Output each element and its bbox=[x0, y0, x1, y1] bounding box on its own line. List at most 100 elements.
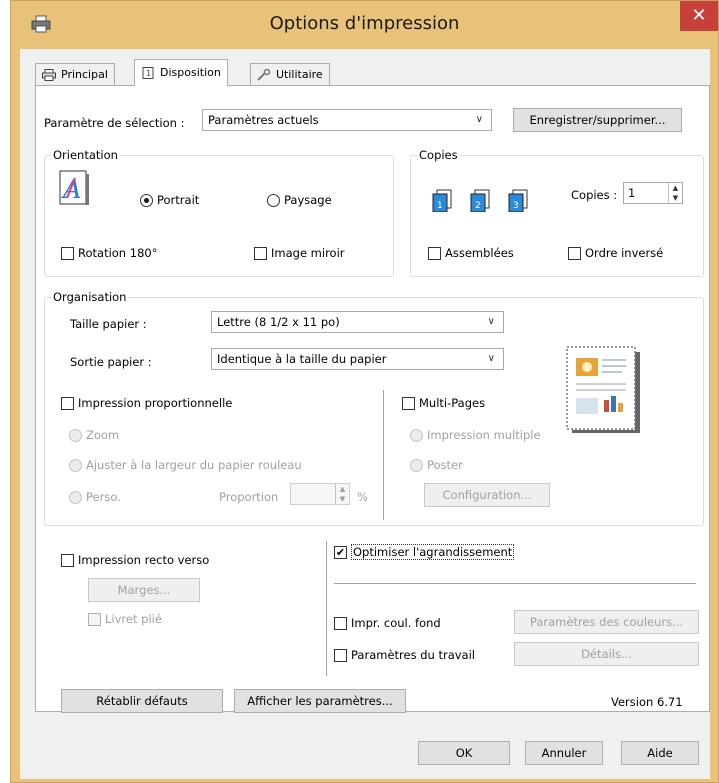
optimize-separator bbox=[334, 583, 696, 584]
copies-title: Copies bbox=[417, 148, 460, 162]
save-delete-button[interactable]: Enregistrer/supprimer... bbox=[513, 108, 682, 132]
selection-dropdown[interactable]: Paramètres actuels ∨ bbox=[202, 109, 492, 131]
orientation-title: Orientation bbox=[51, 148, 120, 162]
svg-text:3: 3 bbox=[513, 201, 519, 211]
landscape-radio[interactable]: Paysage bbox=[267, 193, 332, 207]
radio-indicator bbox=[410, 428, 423, 442]
zoom-label: Zoom bbox=[86, 428, 120, 442]
organisation-divider bbox=[383, 390, 384, 520]
checkbox-box bbox=[61, 553, 74, 567]
checkbox-box bbox=[402, 396, 415, 410]
bottom-divider bbox=[326, 541, 327, 676]
svg-text:1: 1 bbox=[437, 201, 443, 211]
radio-indicator bbox=[267, 193, 280, 207]
page-preview-icon bbox=[566, 346, 640, 433]
duplex-label: Impression recto verso bbox=[78, 553, 210, 567]
mirror-label: Image miroir bbox=[271, 246, 345, 260]
checkbox-box bbox=[254, 246, 267, 260]
poster-label: Poster bbox=[427, 458, 463, 472]
window-title: Options d'impression bbox=[269, 13, 460, 34]
portrait-label: Portrait bbox=[157, 193, 200, 207]
job-settings-checkbox[interactable]: Paramètres du travail bbox=[334, 648, 475, 662]
proportion-label: Proportion bbox=[219, 490, 279, 504]
proportion-spinner[interactable]: ▲ ▼ bbox=[290, 483, 350, 505]
rotate180-checkbox[interactable]: Rotation 180° bbox=[61, 246, 157, 260]
multipages-label: Multi-Pages bbox=[419, 396, 486, 410]
checkbox-box bbox=[88, 612, 101, 626]
checkbox-box bbox=[568, 246, 581, 260]
close-button[interactable]: ✕ bbox=[680, 1, 718, 31]
margins-button[interactable]: Marges... bbox=[88, 578, 200, 602]
tab-principal[interactable]: Principal bbox=[35, 63, 115, 85]
ok-button[interactable]: OK bbox=[418, 741, 510, 765]
reset-defaults-button[interactable]: Rétablir défauts bbox=[61, 689, 223, 713]
spinner-arrows-icon[interactable]: ▲ ▼ bbox=[668, 183, 682, 203]
checkbox-box bbox=[334, 616, 347, 630]
chevron-down-icon: ∨ bbox=[475, 114, 483, 125]
background-color-checkbox[interactable]: Impr. coul. fond bbox=[334, 616, 441, 630]
color-settings-button[interactable]: Paramètres des couleurs... bbox=[514, 610, 699, 634]
checkbox-box bbox=[334, 648, 347, 662]
title-bar[interactable]: Options d'impression ✕ bbox=[11, 1, 718, 49]
cancel-button[interactable]: Annuler bbox=[525, 741, 603, 765]
collate-label: Assemblées bbox=[445, 246, 514, 260]
show-settings-button[interactable]: Afficher les paramètres... bbox=[234, 689, 406, 713]
optimize-checkbox[interactable]: ✔ Optimiser l'agrandissement bbox=[334, 544, 515, 560]
printer-icon bbox=[42, 68, 56, 81]
fit-roll-label: Ajuster à la largeur du papier rouleau bbox=[86, 458, 302, 472]
spinner-arrows-icon[interactable]: ▲ ▼ bbox=[335, 484, 349, 504]
disposition-panel: Paramètre de sélection : Paramètres actu… bbox=[35, 85, 710, 713]
checkbox-box: ✔ bbox=[334, 545, 347, 559]
fit-roll-radio[interactable]: Ajuster à la largeur du papier rouleau bbox=[69, 458, 302, 472]
multi-print-radio[interactable]: Impression multiple bbox=[410, 428, 541, 442]
proportional-checkbox[interactable]: Impression proportionnelle bbox=[61, 396, 232, 410]
custom-label: Perso. bbox=[86, 490, 121, 504]
percent-label: % bbox=[357, 490, 368, 504]
optimize-label: Optimiser l'agrandissement bbox=[351, 544, 515, 560]
zoom-radio[interactable]: Zoom bbox=[69, 428, 119, 442]
svg-text:2: 2 bbox=[475, 201, 481, 211]
custom-radio[interactable]: Perso. bbox=[69, 490, 121, 504]
checkbox-box bbox=[428, 246, 441, 260]
duplex-checkbox[interactable]: Impression recto verso bbox=[61, 553, 209, 567]
version-label: Version 6.71 bbox=[611, 695, 683, 709]
copies-label: Copies : bbox=[571, 188, 618, 202]
paper-output-dropdown[interactable]: Identique à la taille du papier ∨ bbox=[211, 348, 504, 370]
radio-indicator bbox=[69, 458, 82, 472]
collate-stack-icon: 1 2 3 bbox=[432, 189, 528, 212]
organisation-title: Organisation bbox=[51, 290, 129, 304]
wrench-icon bbox=[257, 68, 271, 81]
proportional-label: Impression proportionnelle bbox=[78, 396, 233, 410]
copies-value: 1 bbox=[628, 186, 636, 200]
collate-checkbox[interactable]: Assemblées bbox=[428, 246, 514, 260]
tab-label: Utilitaire bbox=[276, 68, 323, 81]
landscape-label: Paysage bbox=[284, 193, 332, 207]
help-button[interactable]: Aide bbox=[621, 741, 699, 765]
copies-spinner[interactable]: 1 ▲ ▼ bbox=[623, 182, 683, 204]
mirror-checkbox[interactable]: Image miroir bbox=[254, 246, 345, 260]
radio-indicator bbox=[69, 490, 82, 504]
background-color-label: Impr. coul. fond bbox=[351, 616, 441, 630]
multipages-checkbox[interactable]: Multi-Pages bbox=[402, 396, 485, 410]
rotate180-label: Rotation 180° bbox=[78, 246, 158, 260]
tab-utilitaire[interactable]: Utilitaire bbox=[250, 63, 330, 85]
poster-radio[interactable]: Poster bbox=[410, 458, 463, 472]
paper-output-label: Sortie papier : bbox=[70, 355, 152, 369]
job-settings-label: Paramètres du travail bbox=[351, 648, 475, 662]
radio-indicator bbox=[410, 458, 423, 472]
checkbox-box bbox=[61, 396, 74, 410]
print-options-window: Options d'impression ✕ Principal 1 Dispo… bbox=[10, 0, 719, 783]
chevron-down-icon: ∨ bbox=[487, 316, 495, 327]
tab-disposition[interactable]: 1 Disposition bbox=[134, 59, 228, 86]
booklet-checkbox[interactable]: Livret plié bbox=[88, 612, 162, 626]
configuration-button[interactable]: Configuration... bbox=[424, 483, 550, 507]
paper-size-dropdown[interactable]: Lettre (8 1/2 x 11 po) ∨ bbox=[211, 311, 504, 333]
reverse-order-label: Ordre inversé bbox=[585, 246, 664, 260]
details-button[interactable]: Détails... bbox=[514, 642, 699, 666]
radio-indicator bbox=[69, 428, 82, 442]
portrait-radio[interactable]: Portrait bbox=[140, 193, 199, 207]
tab-label: Principal bbox=[61, 68, 108, 81]
reverse-order-checkbox[interactable]: Ordre inversé bbox=[568, 246, 663, 260]
selection-label: Paramètre de sélection : bbox=[44, 116, 185, 130]
organisation-group: Organisation Taille papier : Lettre (8 1… bbox=[44, 290, 704, 526]
